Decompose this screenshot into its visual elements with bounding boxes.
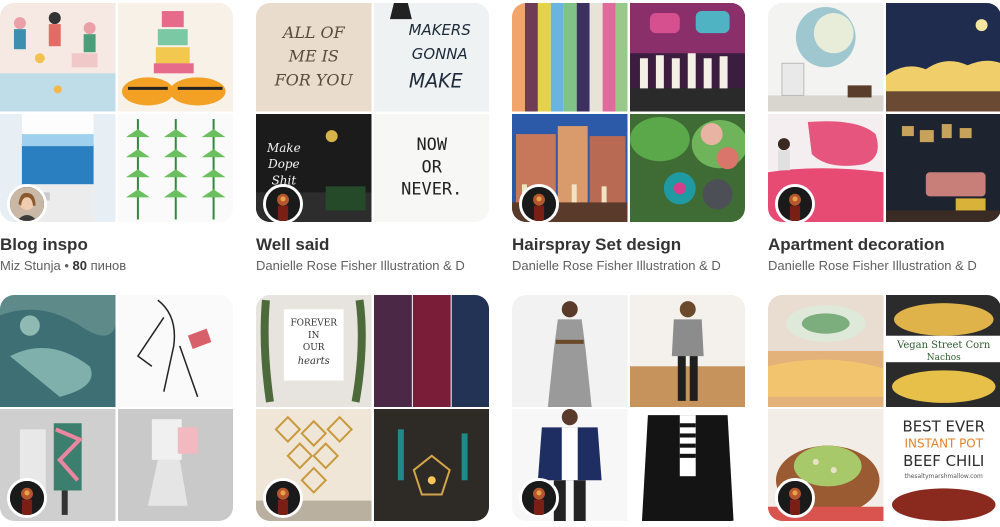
board-title[interactable]: Blog inspo (0, 235, 233, 255)
pin-count: 80 (72, 258, 87, 273)
avatar-man-icon (778, 187, 812, 221)
board-image (629, 295, 745, 407)
lettering-text: MAKE (408, 70, 462, 92)
board-image: MAKERS GONNA MAKE (373, 3, 489, 112)
owner-avatar[interactable] (7, 184, 47, 224)
recipe-text: Nachos (926, 353, 960, 363)
board-image (117, 295, 233, 407)
board-card[interactable] (0, 295, 233, 521)
board-image (0, 3, 116, 112)
owner-avatar[interactable] (7, 478, 47, 518)
board-image (768, 295, 884, 407)
lettering-text: NOW (416, 135, 447, 155)
lettering-text: Dope (267, 157, 299, 171)
owner-avatar[interactable] (775, 184, 815, 224)
lettering-text: OR (421, 157, 442, 177)
board-owner[interactable]: Danielle Rose Fisher Illustration & D (512, 258, 737, 273)
board-image (373, 409, 489, 521)
board-image (117, 409, 233, 521)
owner-avatar[interactable] (519, 184, 559, 224)
board-title[interactable]: Well said (256, 235, 489, 255)
recipe-text: BEST EVER (902, 417, 985, 435)
board-image: FOREVER IN OUR hearts (256, 295, 372, 407)
owner-avatar[interactable] (519, 478, 559, 518)
sign-text: hearts (298, 356, 330, 367)
board-image: NOW OR NEVER. (373, 113, 489, 222)
board-card[interactable]: FOREVER IN OUR hearts (256, 295, 489, 521)
avatar-man-icon (522, 187, 556, 221)
lettering-text: MAKERS (408, 21, 471, 39)
board-owner[interactable]: Danielle Rose Fisher Illustration & D (768, 258, 993, 273)
avatar-woman-icon (10, 187, 44, 221)
avatar-man-icon (266, 187, 300, 221)
board-title[interactable]: Apartment decoration (768, 235, 1000, 255)
board-title[interactable]: Hairspray Set design (512, 235, 745, 255)
board-meta: Miz Stunja • 80 пинов (0, 258, 225, 273)
board-image (0, 295, 116, 407)
lettering-text: ALL OF (281, 23, 346, 42)
recipe-text: INSTANT POT (904, 437, 983, 451)
board-image (629, 409, 745, 521)
lettering-text: GONNA (411, 45, 467, 63)
pin-count-label: пинов (86, 258, 127, 273)
sign-text: OUR (303, 343, 326, 353)
recipe-text: Vegan Street Corn (896, 340, 991, 351)
board-image (629, 3, 745, 112)
avatar-man-icon (10, 481, 44, 515)
board-card[interactable]: Vegan Street Corn Nachos BEST EVER INSTA… (768, 295, 1000, 521)
avatar-man-icon (522, 481, 556, 515)
owner-avatar[interactable] (263, 184, 303, 224)
meta-separator: • (60, 258, 73, 273)
board-image (117, 113, 233, 222)
avatar-man-icon (778, 481, 812, 515)
sign-text: IN (308, 331, 319, 341)
board-image (885, 3, 1000, 112)
recipe-text: thesaltymarshmallow.com (904, 473, 982, 480)
recipe-text: BEEF CHILI (903, 452, 984, 470)
lettering-text: FOR YOU (274, 70, 354, 89)
board-image (629, 113, 745, 222)
board-card-blog-inspo[interactable]: Blog inspo Miz Stunja • 80 пинов (0, 3, 233, 273)
lettering-text: NEVER. (401, 179, 462, 199)
owner-avatar[interactable] (263, 478, 303, 518)
lettering-text: ME IS (288, 46, 339, 65)
board-card-hairspray-set-design[interactable]: Hairspray Set design Danielle Rose Fishe… (512, 3, 745, 273)
board-card-well-said[interactable]: ALL OF ME IS FOR YOU MAKERS GONNA MAKE M… (256, 3, 489, 273)
board-image (885, 113, 1000, 222)
board-image (768, 3, 884, 112)
board-image (512, 3, 628, 112)
lettering-text: Make (266, 141, 301, 155)
board-image: ALL OF ME IS FOR YOU (256, 3, 372, 112)
board-owner[interactable]: Miz Stunja (0, 258, 61, 273)
board-image (117, 3, 233, 112)
board-owner[interactable]: Danielle Rose Fisher Illustration & D (256, 258, 481, 273)
sign-text: FOREVER (290, 318, 338, 328)
board-image: BEST EVER INSTANT POT BEEF CHILI thesalt… (885, 409, 1000, 521)
board-image: Vegan Street Corn Nachos (885, 295, 1000, 407)
owner-avatar[interactable] (775, 478, 815, 518)
board-image (373, 295, 489, 407)
avatar-man-icon (266, 481, 300, 515)
board-card-apartment-decoration[interactable]: Apartment decoration Danielle Rose Fishe… (768, 3, 1000, 273)
board-card[interactable] (512, 295, 745, 521)
board-image (512, 295, 628, 407)
